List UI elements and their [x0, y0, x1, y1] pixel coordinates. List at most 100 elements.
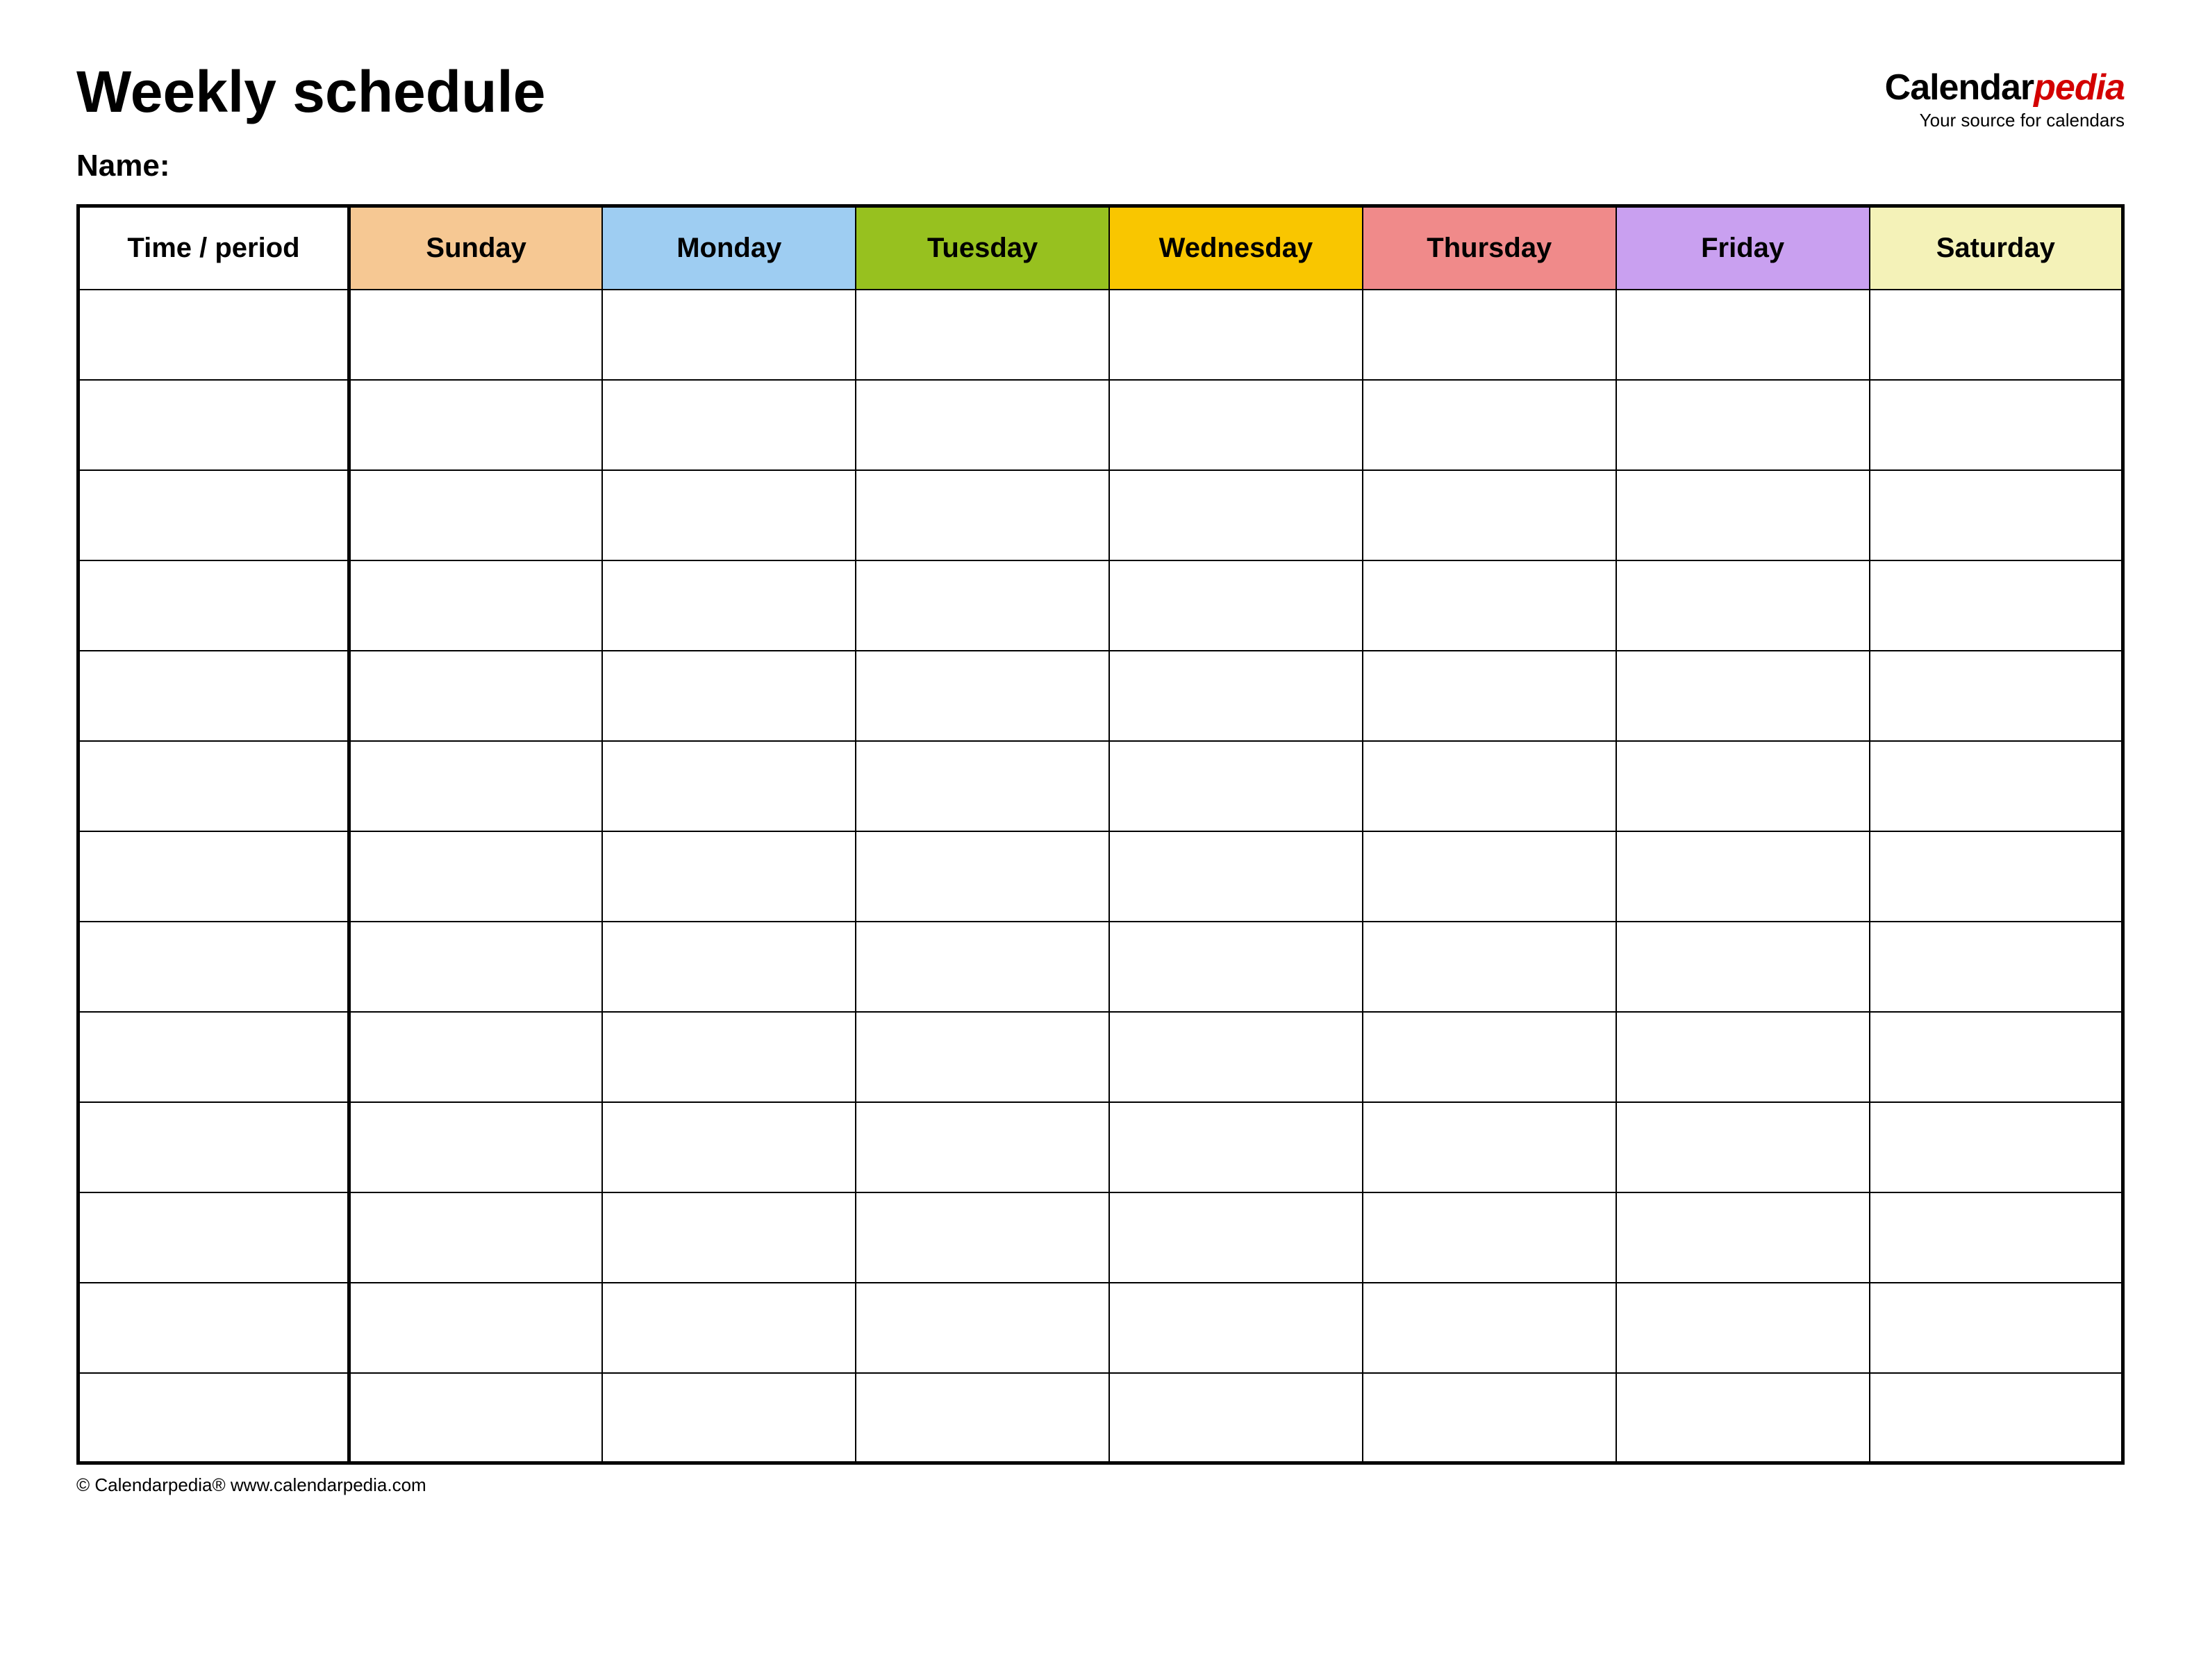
- schedule-cell[interactable]: [856, 290, 1109, 380]
- schedule-cell[interactable]: [1616, 651, 1870, 741]
- schedule-cell[interactable]: [856, 560, 1109, 651]
- schedule-cell[interactable]: [1363, 922, 1616, 1012]
- schedule-cell[interactable]: [856, 741, 1109, 831]
- schedule-cell[interactable]: [602, 290, 856, 380]
- time-period-cell[interactable]: [78, 831, 349, 922]
- schedule-cell[interactable]: [602, 651, 856, 741]
- schedule-cell[interactable]: [349, 741, 603, 831]
- schedule-cell[interactable]: [856, 1102, 1109, 1192]
- schedule-cell[interactable]: [602, 1192, 856, 1283]
- schedule-cell[interactable]: [349, 651, 603, 741]
- schedule-cell[interactable]: [1363, 1102, 1616, 1192]
- schedule-cell[interactable]: [1616, 831, 1870, 922]
- schedule-cell[interactable]: [856, 831, 1109, 922]
- schedule-cell[interactable]: [1616, 741, 1870, 831]
- schedule-cell[interactable]: [1363, 290, 1616, 380]
- schedule-cell[interactable]: [1363, 1192, 1616, 1283]
- schedule-cell[interactable]: [1109, 741, 1363, 831]
- schedule-cell[interactable]: [856, 922, 1109, 1012]
- schedule-cell[interactable]: [1363, 560, 1616, 651]
- schedule-cell[interactable]: [1870, 831, 2123, 922]
- schedule-cell[interactable]: [1109, 922, 1363, 1012]
- schedule-cell[interactable]: [1109, 1192, 1363, 1283]
- schedule-cell[interactable]: [349, 1192, 603, 1283]
- schedule-cell[interactable]: [1616, 380, 1870, 470]
- schedule-cell[interactable]: [1109, 290, 1363, 380]
- schedule-cell[interactable]: [602, 831, 856, 922]
- schedule-cell[interactable]: [856, 1373, 1109, 1463]
- schedule-cell[interactable]: [1616, 290, 1870, 380]
- schedule-cell[interactable]: [1870, 560, 2123, 651]
- schedule-cell[interactable]: [856, 470, 1109, 560]
- schedule-cell[interactable]: [1870, 741, 2123, 831]
- schedule-cell[interactable]: [602, 922, 856, 1012]
- schedule-cell[interactable]: [602, 1102, 856, 1192]
- time-period-cell[interactable]: [78, 470, 349, 560]
- time-period-cell[interactable]: [78, 1012, 349, 1102]
- schedule-cell[interactable]: [1870, 1373, 2123, 1463]
- schedule-cell[interactable]: [602, 380, 856, 470]
- time-period-cell[interactable]: [78, 922, 349, 1012]
- schedule-cell[interactable]: [602, 470, 856, 560]
- schedule-cell[interactable]: [349, 1283, 603, 1373]
- time-period-cell[interactable]: [78, 741, 349, 831]
- schedule-cell[interactable]: [1363, 1012, 1616, 1102]
- schedule-cell[interactable]: [856, 651, 1109, 741]
- schedule-cell[interactable]: [1109, 560, 1363, 651]
- schedule-cell[interactable]: [1870, 1012, 2123, 1102]
- schedule-cell[interactable]: [349, 922, 603, 1012]
- schedule-cell[interactable]: [349, 290, 603, 380]
- schedule-cell[interactable]: [1616, 1373, 1870, 1463]
- schedule-cell[interactable]: [349, 380, 603, 470]
- schedule-cell[interactable]: [1109, 651, 1363, 741]
- time-period-cell[interactable]: [78, 380, 349, 470]
- schedule-cell[interactable]: [1363, 831, 1616, 922]
- schedule-cell[interactable]: [1109, 470, 1363, 560]
- schedule-cell[interactable]: [1616, 1283, 1870, 1373]
- schedule-cell[interactable]: [1616, 560, 1870, 651]
- schedule-cell[interactable]: [1616, 470, 1870, 560]
- schedule-cell[interactable]: [1616, 1102, 1870, 1192]
- schedule-cell[interactable]: [1363, 1373, 1616, 1463]
- schedule-cell[interactable]: [1109, 1012, 1363, 1102]
- time-period-cell[interactable]: [78, 560, 349, 651]
- schedule-cell[interactable]: [602, 1373, 856, 1463]
- schedule-cell[interactable]: [856, 1192, 1109, 1283]
- schedule-cell[interactable]: [1870, 651, 2123, 741]
- schedule-cell[interactable]: [602, 560, 856, 651]
- schedule-cell[interactable]: [1616, 1012, 1870, 1102]
- schedule-cell[interactable]: [1109, 1373, 1363, 1463]
- schedule-cell[interactable]: [1616, 922, 1870, 1012]
- schedule-cell[interactable]: [1870, 290, 2123, 380]
- schedule-cell[interactable]: [1616, 1192, 1870, 1283]
- schedule-cell[interactable]: [1109, 1102, 1363, 1192]
- time-period-cell[interactable]: [78, 1373, 349, 1463]
- schedule-cell[interactable]: [1870, 1102, 2123, 1192]
- schedule-cell[interactable]: [1870, 922, 2123, 1012]
- time-period-cell[interactable]: [78, 290, 349, 380]
- schedule-cell[interactable]: [1363, 651, 1616, 741]
- schedule-cell[interactable]: [349, 1012, 603, 1102]
- schedule-cell[interactable]: [1870, 1192, 2123, 1283]
- schedule-cell[interactable]: [1363, 380, 1616, 470]
- schedule-cell[interactable]: [1870, 380, 2123, 470]
- time-period-cell[interactable]: [78, 1283, 349, 1373]
- schedule-cell[interactable]: [349, 470, 603, 560]
- schedule-cell[interactable]: [856, 380, 1109, 470]
- schedule-cell[interactable]: [1363, 741, 1616, 831]
- schedule-cell[interactable]: [856, 1283, 1109, 1373]
- schedule-cell[interactable]: [1363, 470, 1616, 560]
- schedule-cell[interactable]: [349, 1373, 603, 1463]
- schedule-cell[interactable]: [1870, 470, 2123, 560]
- schedule-cell[interactable]: [1870, 1283, 2123, 1373]
- time-period-cell[interactable]: [78, 1192, 349, 1283]
- schedule-cell[interactable]: [349, 1102, 603, 1192]
- schedule-cell[interactable]: [1363, 1283, 1616, 1373]
- schedule-cell[interactable]: [856, 1012, 1109, 1102]
- schedule-cell[interactable]: [1109, 380, 1363, 470]
- time-period-cell[interactable]: [78, 651, 349, 741]
- schedule-cell[interactable]: [1109, 1283, 1363, 1373]
- schedule-cell[interactable]: [602, 1283, 856, 1373]
- schedule-cell[interactable]: [602, 741, 856, 831]
- time-period-cell[interactable]: [78, 1102, 349, 1192]
